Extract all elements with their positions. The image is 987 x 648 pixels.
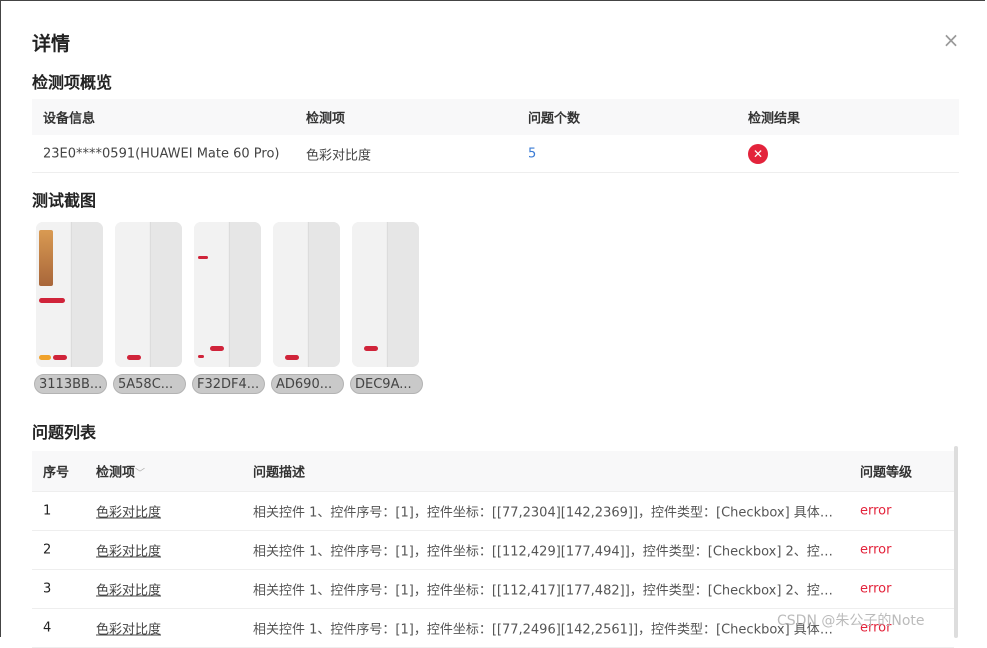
row-level: error <box>860 542 892 558</box>
overview-header: 设备信息 检测项 问题个数 检测结果 <box>32 99 959 135</box>
row-item-link[interactable]: 色彩对比度 <box>96 619 161 638</box>
screenshot-label[interactable]: AD690... <box>271 374 344 394</box>
screenshot-thumbnail[interactable] <box>36 222 103 367</box>
modal-title: 详情 <box>32 33 71 55</box>
screenshot-thumbnail[interactable] <box>194 222 261 367</box>
row-level: error <box>860 503 892 519</box>
overview-row: 23E0****0591(HUAWEI Mate 60 Pro) 色彩对比度 5… <box>32 135 959 173</box>
row-desc: 相关控件 1、控件序号：[1]，控件坐标：[[112,417][177,482]… <box>253 583 843 599</box>
issue-header: 序号 检测项﹀ 问题描述 问题等级 <box>32 451 954 492</box>
row-index: 1 <box>43 503 52 519</box>
screenshot-label[interactable]: 3113BB... <box>34 374 107 394</box>
row-index: 4 <box>43 620 52 636</box>
overview-table: 设备信息 检测项 问题个数 检测结果 23E0****0591(HUAWEI M… <box>32 99 959 173</box>
scrollbar[interactable] <box>954 446 958 638</box>
row-desc: 相关控件 1、控件序号：[1]，控件坐标：[[77,2496][142,2561… <box>253 622 843 638</box>
screenshot-item[interactable]: F32DF4... <box>192 222 265 395</box>
screenshots-title: 测试截图 <box>32 191 97 210</box>
header-device: 设备信息 <box>43 111 96 127</box>
row-index: 3 <box>43 581 52 597</box>
watermark: CSDN @朱公子的Note <box>777 613 925 629</box>
row-item-link[interactable]: 色彩对比度 <box>96 502 161 521</box>
row-item-link[interactable]: 色彩对比度 <box>96 541 161 560</box>
row-item-link[interactable]: 色彩对比度 <box>96 580 161 599</box>
header-index: 序号 <box>43 465 70 481</box>
check-item: 色彩对比度 <box>306 148 372 163</box>
header-item-sortable[interactable]: 检测项﹀ <box>96 462 145 481</box>
row-level: error <box>860 581 892 597</box>
device-info: 23E0****0591(HUAWEI Mate 60 Pro) <box>43 146 280 161</box>
header-level: 问题等级 <box>860 465 913 481</box>
header-count: 问题个数 <box>528 111 581 127</box>
issues-title: 问题列表 <box>32 423 97 442</box>
detail-modal: 详情 × 检测项概览 设备信息 检测项 问题个数 检测结果 23E0****05… <box>0 0 985 648</box>
row-desc: 相关控件 1、控件序号：[1]，控件坐标：[[77,2304][142,2369… <box>253 505 843 521</box>
screenshot-item[interactable]: 3113BB... <box>34 222 107 395</box>
screenshot-item[interactable]: AD690... <box>271 222 344 395</box>
table-row: 3 色彩对比度 相关控件 1、控件序号：[1]，控件坐标：[[112,417][… <box>32 570 954 609</box>
screenshot-item[interactable]: DEC9A... <box>350 222 423 395</box>
screenshot-thumbnail[interactable] <box>273 222 340 367</box>
error-circle-icon: ✕ <box>748 143 768 164</box>
screenshot-label[interactable]: F32DF4... <box>192 374 265 394</box>
screenshot-item[interactable]: 5A58C... <box>113 222 186 395</box>
header-result: 检测结果 <box>748 111 801 127</box>
chevron-down-icon[interactable]: ﹀ <box>135 469 145 480</box>
row-index: 2 <box>43 542 52 558</box>
table-row: 2 色彩对比度 相关控件 1、控件序号：[1]，控件坐标：[[112,429][… <box>32 531 954 570</box>
screenshot-thumbnail[interactable] <box>115 222 182 367</box>
row-desc: 相关控件 1、控件序号：[1]，控件坐标：[[112,429][177,494]… <box>253 544 843 560</box>
table-row: 1 色彩对比度 相关控件 1、控件序号：[1]，控件坐标：[[77,2304][… <box>32 492 954 531</box>
screenshot-label[interactable]: 5A58C... <box>113 374 186 394</box>
screenshot-thumbnail[interactable] <box>352 222 419 367</box>
issue-count[interactable]: 5 <box>528 146 536 161</box>
header-desc: 问题描述 <box>253 465 306 481</box>
screenshot-label[interactable]: DEC9A... <box>350 374 423 394</box>
header-item: 检测项 <box>306 111 346 127</box>
close-icon[interactable]: × <box>941 30 961 50</box>
overview-title: 检测项概览 <box>32 73 113 92</box>
